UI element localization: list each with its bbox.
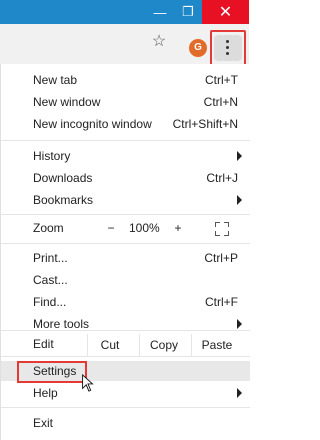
menu-item-exit[interactable]: Exit [1,413,250,433]
chrome-main-menu: New tab Ctrl+T New window Ctrl+N New inc… [0,64,250,440]
menu-item-label: Edit [33,337,54,351]
menu-item-shortcut: Ctrl+J [206,171,238,185]
cut-button[interactable]: Cut [87,334,132,356]
mouse-cursor-icon [82,374,94,392]
menu-item-label: New incognito window [33,117,152,131]
menu-item-new-window[interactable]: New window Ctrl+N [1,92,250,112]
menu-divider [1,243,250,244]
menu-button-highlight [210,30,246,66]
menu-item-shortcut: Ctrl+T [205,73,238,87]
menu-item-label: New window [33,95,101,109]
submenu-arrow-icon [237,388,242,398]
menu-divider [1,140,250,141]
menu-item-label: Help [33,386,58,400]
menu-item-label: Downloads [33,171,93,185]
maximize-button[interactable]: ❐ [174,0,202,24]
menu-button[interactable] [210,30,246,66]
menu-item-print[interactable]: Print... Ctrl+P [1,248,250,268]
menu-divider [1,330,250,331]
menu-divider [1,356,250,357]
menu-divider [1,214,250,215]
minimize-button[interactable]: — [148,0,172,24]
menu-item-history[interactable]: History [1,146,250,166]
menu-item-zoom: Zoom − 100% + [1,218,250,240]
fullscreen-icon[interactable] [215,222,229,236]
menu-item-cast[interactable]: Cast... [1,270,250,290]
zoom-level: 100% [129,221,160,235]
copy-button[interactable]: Copy [139,334,188,356]
menu-item-new-tab[interactable]: New tab Ctrl+T [1,70,250,90]
zoom-in-button[interactable]: + [173,221,183,235]
menu-item-label: Find... [33,295,67,309]
menu-item-label: Print... [33,251,68,265]
menu-item-shortcut: Ctrl+Shift+N [172,117,238,131]
settings-highlight [17,361,87,383]
menu-item-label: Bookmarks [33,193,94,207]
menu-item-label: More tools [33,317,90,331]
menu-item-help[interactable]: Help [1,383,250,403]
menu-item-shortcut: Ctrl+N [203,95,238,109]
profile-avatar[interactable]: G [189,39,207,57]
menu-item-find[interactable]: Find... Ctrl+F [1,292,250,312]
menu-item-label: Zoom [33,221,64,235]
star-icon[interactable]: ☆ [150,33,168,51]
paste-button[interactable]: Paste [191,334,242,356]
submenu-arrow-icon [237,151,242,161]
menu-item-edit: Edit Cut Copy Paste [1,334,250,356]
menu-divider [1,407,250,408]
menu-item-bookmarks[interactable]: Bookmarks [1,190,250,210]
submenu-arrow-icon [237,319,242,329]
close-button[interactable]: ✕ [202,0,249,24]
menu-item-label: Cast... [33,273,68,287]
menu-item-label: New tab [33,73,78,87]
menu-item-label: Exit [33,416,54,430]
zoom-out-button[interactable]: − [105,221,117,235]
menu-item-shortcut: Ctrl+F [205,295,238,309]
menu-item-label: History [33,149,71,163]
menu-item-downloads[interactable]: Downloads Ctrl+J [1,168,250,188]
menu-item-new-incognito-window[interactable]: New incognito window Ctrl+Shift+N [1,114,250,134]
menu-item-shortcut: Ctrl+P [204,251,238,265]
submenu-arrow-icon [237,195,242,205]
menu-item-more-tools[interactable]: More tools [1,314,250,334]
